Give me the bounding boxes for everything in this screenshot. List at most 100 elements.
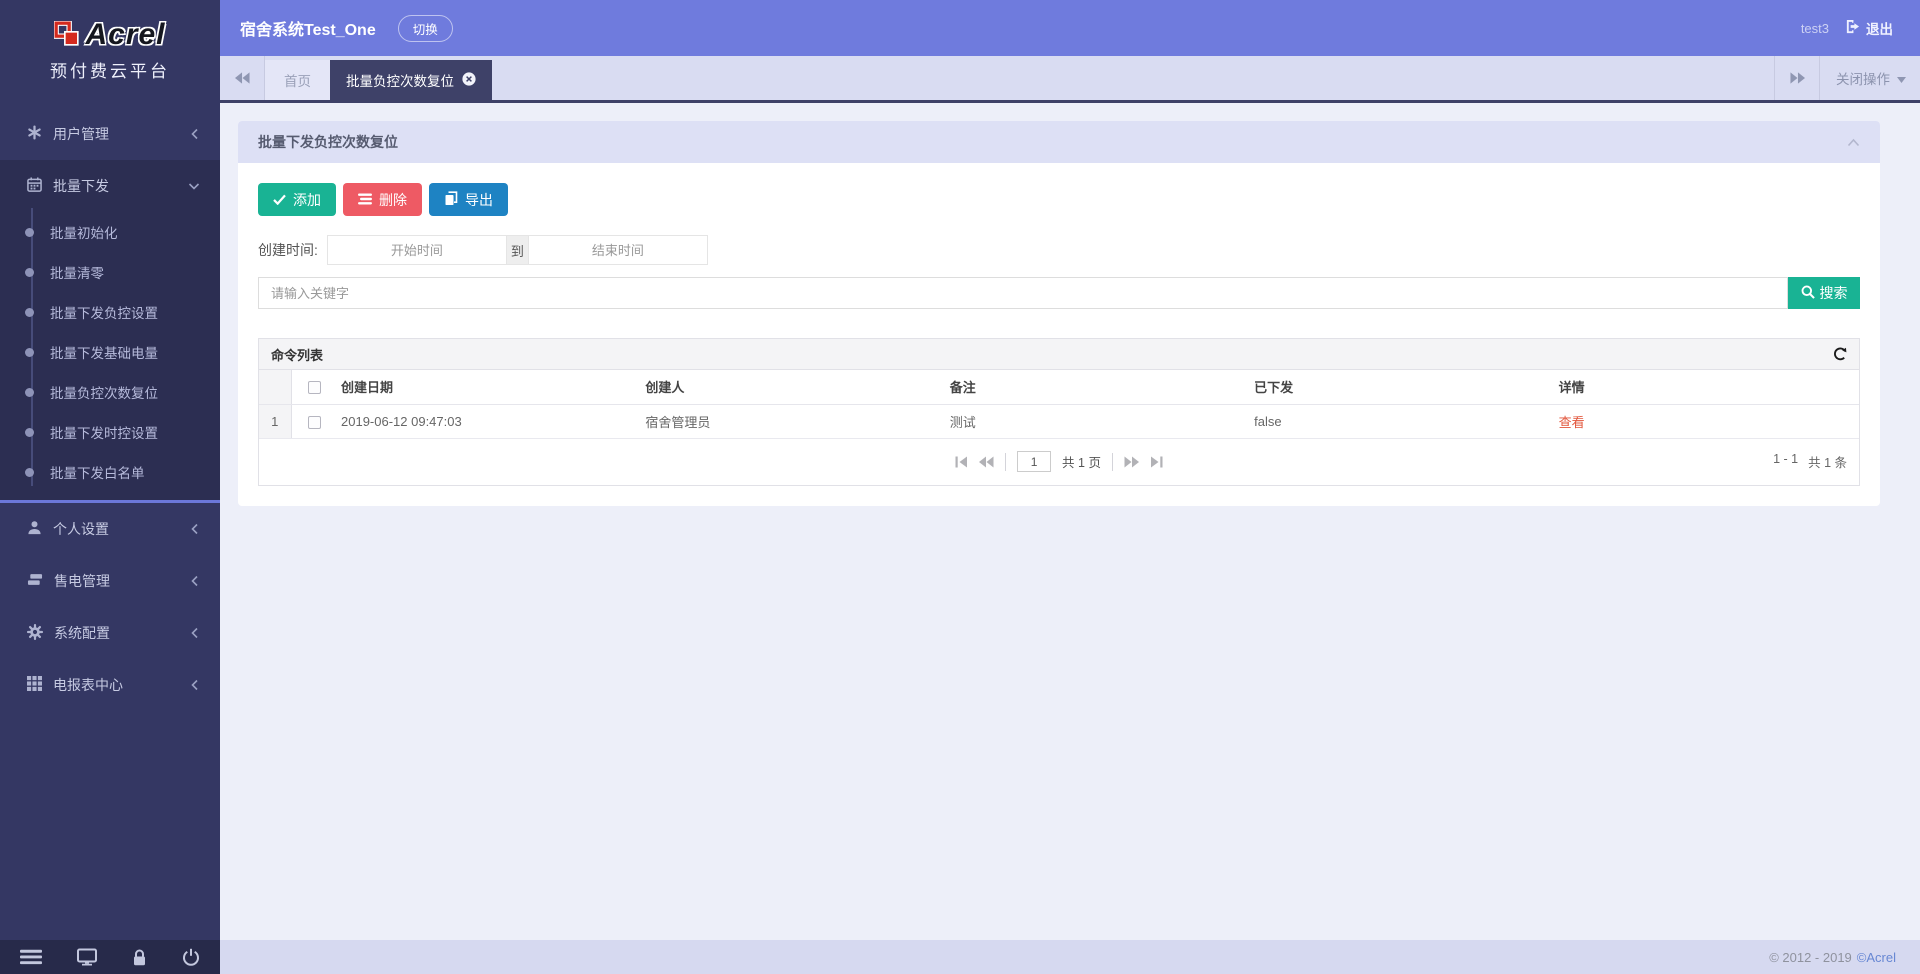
- menu-label: 电报表中心: [53, 677, 123, 693]
- refresh-icon[interactable]: [1833, 347, 1847, 361]
- page-footer: © 2012 - 2019 ©Acrel: [220, 940, 1920, 974]
- sidebar-item-batch-base-energy[interactable]: 批量下发基础电量: [0, 332, 220, 372]
- system-name: 宿舍系统Test_One: [240, 22, 376, 39]
- row-select-cell: [291, 404, 337, 439]
- logout-button[interactable]: 退出: [1845, 18, 1893, 38]
- panel-header: 批量下发负控次数复位: [238, 121, 1880, 163]
- monitor-icon[interactable]: [77, 948, 97, 966]
- add-button-label: 添加: [293, 191, 321, 208]
- logout-icon: [1845, 19, 1860, 37]
- sidebar-item-batch-send[interactable]: 批量下发: [0, 160, 220, 212]
- tab-home[interactable]: 首页: [265, 60, 330, 100]
- end-time-input[interactable]: [527, 235, 708, 265]
- page-number-input[interactable]: [1017, 451, 1052, 472]
- first-page-icon[interactable]: [955, 456, 968, 468]
- bullet-dot-icon: [25, 347, 34, 357]
- logout-label: 退出: [1866, 22, 1893, 37]
- power-icon[interactable]: [182, 948, 200, 966]
- table-row[interactable]: 1 2019-06-12 09:47:03 宿舍管理员 测试 false 查看: [259, 404, 1859, 439]
- page-title: 批量下发负控次数复位: [258, 134, 398, 150]
- submenu-label: 批量下发白名单: [50, 466, 145, 481]
- app-root: Acrel 预付费云平台 用户管理 批量下发 批量初始化 批量清零 批量下发负控…: [0, 0, 1920, 974]
- hamburger-menu-icon[interactable]: [20, 949, 42, 965]
- export-button[interactable]: 导出: [429, 183, 508, 216]
- submenu-label: 批量初始化: [50, 226, 118, 241]
- select-all-checkbox[interactable]: [307, 381, 321, 395]
- delete-button[interactable]: 删除: [343, 183, 422, 216]
- sidebar-item-personal-settings[interactable]: 个人设置: [0, 503, 220, 555]
- panel-body: 添加 删除 导出 创建时间: 到: [238, 163, 1880, 506]
- submenu-label: 批量负控次数复位: [50, 386, 158, 401]
- row-checkbox[interactable]: [307, 415, 321, 429]
- bullet-dot-icon: [25, 427, 34, 437]
- search-button[interactable]: 搜索: [1788, 277, 1860, 309]
- copyright-text: © 2012 - 2019: [1769, 949, 1852, 965]
- bullet-dot-icon: [25, 387, 34, 397]
- acrel-link[interactable]: ©Acrel: [1857, 950, 1896, 965]
- main-column: 宿舍系统Test_One 切换 test3 退出 首页 批量负控次数复位 关闭操…: [220, 0, 1920, 974]
- bullet-dot-icon: [25, 307, 34, 317]
- close-tab-icon[interactable]: [462, 71, 476, 89]
- cell-sent: false: [1250, 404, 1555, 439]
- chevron-left-icon: [190, 523, 200, 535]
- create-time-label: 创建时间:: [258, 242, 318, 258]
- sidebar-item-electricity-sales[interactable]: 售电管理: [0, 555, 220, 607]
- sidebar-item-batch-clear[interactable]: 批量清零: [0, 252, 220, 292]
- search-button-label: 搜索: [1819, 285, 1848, 301]
- gear-icon: [27, 623, 43, 643]
- view-detail-link[interactable]: 查看: [1559, 415, 1585, 430]
- tab-batch-reset-count[interactable]: 批量负控次数复位: [330, 60, 492, 100]
- select-all-cell: [291, 370, 337, 405]
- keyword-input[interactable]: [258, 277, 1788, 309]
- lock-icon[interactable]: [132, 949, 147, 966]
- tab-label: 首页: [284, 74, 311, 89]
- scroll-tabs-left-button[interactable]: [220, 56, 264, 100]
- collapse-panel-icon[interactable]: [1847, 138, 1860, 147]
- menu-label: 批量下发: [53, 178, 109, 194]
- brand-name: Acrel: [85, 18, 166, 51]
- submenu-label: 批量下发基础电量: [50, 346, 158, 361]
- close-operations-dropdown[interactable]: 关闭操作: [1820, 56, 1920, 100]
- chevron-left-icon: [190, 627, 200, 639]
- divider: [1005, 452, 1007, 471]
- sidebar-menu: 用户管理 批量下发 批量初始化 批量清零 批量下发负控设置 批量下发基础电量 批…: [0, 100, 220, 940]
- prev-page-icon[interactable]: [979, 456, 994, 468]
- sidebar-item-system-config[interactable]: 系统配置: [0, 607, 220, 659]
- bullet-dot-icon: [25, 467, 34, 477]
- column-header: 已下发: [1250, 370, 1555, 405]
- scroll-tabs-right-button[interactable]: [1775, 56, 1819, 100]
- list-bars-icon: [358, 192, 372, 208]
- content-area: 批量下发负控次数复位 添加 删除 导出 创建时间: 开始时间 到 结束时间 请输…: [220, 103, 1920, 940]
- chevron-left-icon: [190, 575, 200, 587]
- asterisk-icon: [27, 125, 42, 143]
- sidebar-item-batch-reset-count[interactable]: 批量负控次数复位: [0, 372, 220, 412]
- tab-label: 批量负控次数复位: [346, 74, 454, 89]
- copy-pages-icon: [444, 190, 458, 209]
- range-label: 1 - 1: [1773, 452, 1799, 466]
- pagination-bar: 共 1 页 1 - 1 共 1 条: [259, 439, 1859, 485]
- delete-button-label: 删除: [379, 191, 407, 208]
- total-pages-label: 共 1 页: [1062, 456, 1101, 470]
- top-header: 宿舍系统Test_One 切换 test3 退出: [220, 0, 1920, 56]
- column-header: 创建日期: [337, 370, 642, 405]
- sidebar-item-user-management[interactable]: 用户管理: [0, 108, 220, 160]
- sidebar-item-batch-load-control[interactable]: 批量下发负控设置: [0, 292, 220, 332]
- sidebar-item-batch-init[interactable]: 批量初始化: [0, 212, 220, 252]
- last-page-icon[interactable]: [1150, 456, 1163, 468]
- sidebar-item-batch-whitelist[interactable]: 批量下发白名单: [0, 452, 220, 492]
- sidebar-item-batch-time-control[interactable]: 批量下发时控设置: [0, 412, 220, 452]
- switch-system-button[interactable]: 切换: [397, 14, 453, 42]
- search-icon: [1801, 285, 1815, 302]
- menu-label: 系统配置: [54, 625, 110, 641]
- bullet-dot-icon: [25, 227, 34, 237]
- start-time-input[interactable]: [326, 235, 507, 265]
- column-header: 详情: [1554, 370, 1859, 405]
- add-button[interactable]: 添加: [258, 183, 336, 216]
- next-page-icon[interactable]: [1124, 456, 1139, 468]
- table-header-row: 创建日期 创建人 备注 已下发 详情: [259, 370, 1859, 405]
- brand-subtitle: 预付费云平台: [50, 62, 170, 81]
- cell-detail: 查看: [1554, 404, 1859, 439]
- keyword-search-row: 搜索: [258, 277, 1860, 309]
- sidebar-item-report-center[interactable]: 电报表中心: [0, 659, 220, 711]
- grid-caption-bar: 命令列表: [259, 339, 1859, 370]
